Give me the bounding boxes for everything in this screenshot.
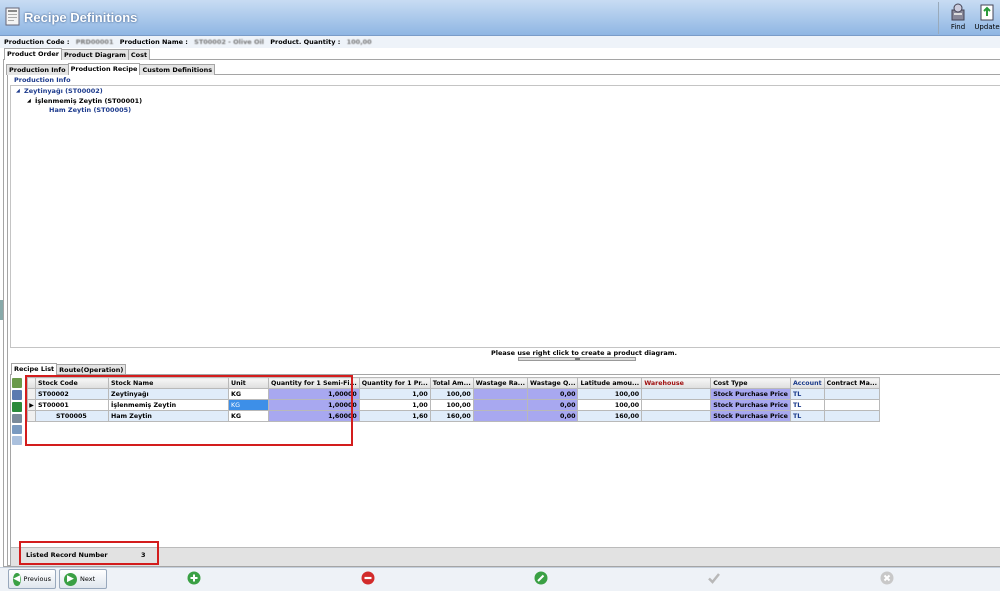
tab-production-recipe[interactable]: Production Recipe	[67, 63, 141, 75]
find-label: Find	[950, 23, 966, 31]
arrow-right-icon: ▶	[64, 572, 77, 586]
cell-warehouse[interactable]	[641, 388, 712, 400]
col-total[interactable]: Total Am...	[429, 377, 474, 389]
toolbar-separator	[938, 2, 939, 34]
production-name-value: ST00002 - Olive Oil	[194, 38, 264, 46]
cell-contract[interactable]	[823, 388, 881, 400]
tree-expand-icon[interactable]: ◢	[16, 88, 22, 94]
scrollbar-thumb[interactable]	[575, 358, 580, 360]
next-button[interactable]: ▶ Next	[59, 569, 107, 589]
update-label: Update	[974, 23, 1000, 31]
main-tabs: Product Order Product Diagram Cost	[4, 48, 151, 60]
cell-warehouse[interactable]	[641, 399, 712, 411]
cell-wastage-rate[interactable]	[472, 410, 529, 422]
cell-account[interactable]: TL	[789, 410, 825, 422]
cell-wastage-qty[interactable]: 0,00	[526, 410, 579, 422]
col-qty-prod[interactable]: Quantity for 1 Pr...	[358, 377, 431, 389]
cell-latitude[interactable]: 160,00	[577, 410, 643, 422]
cell-cost-type[interactable]: Stock Purchase Price	[710, 410, 791, 422]
zoom-icon[interactable]	[12, 425, 22, 434]
cell-qty-prod[interactable]: 1,60	[358, 410, 431, 422]
cell-wastage-rate[interactable]	[472, 399, 529, 411]
cell-wastage-rate[interactable]	[472, 388, 529, 400]
title-bar: Recipe Definitions Find Update	[0, 0, 1000, 36]
excel-export-icon[interactable]	[12, 402, 22, 412]
update-icon	[980, 4, 994, 21]
cell-cost-type[interactable]: Stock Purchase Price	[710, 388, 791, 400]
product-quantity-value: 100,00	[346, 38, 372, 46]
production-code-label: Production Code :	[4, 38, 70, 46]
previous-label: Previous	[23, 575, 51, 583]
cell-total[interactable]: 100,00	[429, 399, 474, 411]
cell-wastage-qty[interactable]: 0,00	[526, 399, 579, 411]
tree-node-label: Ham Zeytin (ST00005)	[49, 106, 132, 114]
col-contract[interactable]: Contract Ma...	[823, 377, 881, 389]
tree-node-label: Zeytinyağı (ST00002)	[24, 87, 103, 95]
cell-qty-prod[interactable]: 1,00	[358, 388, 431, 400]
tab-recipe-list[interactable]: Recipe List	[11, 363, 58, 375]
add-row-icon[interactable]	[12, 378, 22, 388]
delete-icon[interactable]	[361, 571, 375, 585]
highlight-box-grid	[25, 375, 353, 446]
previous-button[interactable]: ◀ Previous	[8, 569, 56, 589]
tab-product-order[interactable]: Product Order	[4, 48, 62, 60]
tab-production-info[interactable]: Production Info	[6, 64, 69, 75]
tree-node-label: İşlenmemiş Zeytin (ST00001)	[35, 97, 143, 105]
tree-node-zeytinyagi[interactable]: ◢ Zeytinyağı (ST00002)	[16, 87, 103, 95]
horizontal-scrollbar[interactable]	[518, 357, 636, 361]
cell-contract[interactable]	[823, 399, 881, 411]
cancel-icon	[880, 571, 894, 585]
arrow-left-icon: ◀	[13, 572, 21, 586]
col-wastage-qty[interactable]: Wastage Q...	[526, 377, 579, 389]
cell-cost-type[interactable]: Stock Purchase Price	[710, 399, 791, 411]
cell-account[interactable]: TL	[789, 388, 825, 400]
update-button[interactable]: Update	[973, 2, 1000, 34]
recipe-book-icon	[5, 7, 20, 26]
tab-custom-definitions[interactable]: Custom Definitions	[139, 64, 216, 75]
checkmark-icon	[708, 573, 720, 584]
next-label: Next	[80, 575, 96, 583]
cell-total[interactable]: 100,00	[429, 388, 474, 400]
add-icon[interactable]	[187, 571, 201, 585]
bottom-toolbar	[0, 567, 1000, 591]
highlight-box-footer	[19, 541, 159, 565]
production-info-bar: Production Code : PRD00001 Production Na…	[0, 36, 1000, 48]
diagram-hint-text: Please use right click to create a produ…	[491, 349, 678, 357]
production-code-value: PRD00001	[75, 38, 114, 46]
tree-node-ham-zeytin[interactable]: Ham Zeytin (ST00005)	[41, 106, 131, 114]
find-icon	[951, 3, 965, 21]
grid-tabs: Recipe List Route(Operation)	[11, 363, 127, 375]
cell-contract[interactable]	[823, 410, 881, 422]
product-quantity-label: Product. Quantity :	[270, 38, 341, 46]
col-latitude[interactable]: Latitude amou...	[577, 377, 643, 389]
tree-node-islenmemis-zeytin[interactable]: ◢ İşlenmemiş Zeytin (ST00001)	[27, 97, 142, 105]
tab-product-diagram[interactable]: Product Diagram	[60, 49, 129, 60]
cell-account[interactable]: TL	[789, 399, 825, 411]
cell-wastage-qty[interactable]: 0,00	[526, 388, 579, 400]
col-wastage-rate[interactable]: Wastage Ra...	[472, 377, 529, 389]
window-title: Recipe Definitions	[24, 10, 138, 25]
production-name-label: Production Name :	[119, 38, 188, 46]
tree-view-icon[interactable]	[12, 436, 22, 445]
chart-icon[interactable]	[12, 414, 22, 423]
grid-side-toolbar	[12, 378, 24, 447]
refresh-icon[interactable]	[12, 390, 22, 400]
edit-icon[interactable]	[534, 571, 548, 585]
grid-footer	[11, 547, 1000, 566]
tab-cost[interactable]: Cost	[127, 49, 151, 60]
col-warehouse[interactable]: Warehouse	[641, 377, 712, 389]
sub-tabs: Production Info Production Recipe Custom D…	[6, 63, 216, 75]
cell-latitude[interactable]: 100,00	[577, 399, 643, 411]
col-account[interactable]: Account	[789, 377, 825, 389]
tree-expand-icon[interactable]: ◢	[27, 98, 33, 104]
find-button[interactable]: Find	[944, 2, 972, 34]
cell-warehouse[interactable]	[641, 410, 712, 422]
product-tree-panel[interactable]	[10, 85, 1000, 348]
cell-latitude[interactable]: 100,00	[577, 388, 643, 400]
cell-total[interactable]: 160,00	[429, 410, 474, 422]
production-info-heading: Production Info	[14, 76, 71, 84]
col-cost-type[interactable]: Cost Type	[710, 377, 791, 389]
cell-qty-prod[interactable]: 1,00	[358, 399, 431, 411]
